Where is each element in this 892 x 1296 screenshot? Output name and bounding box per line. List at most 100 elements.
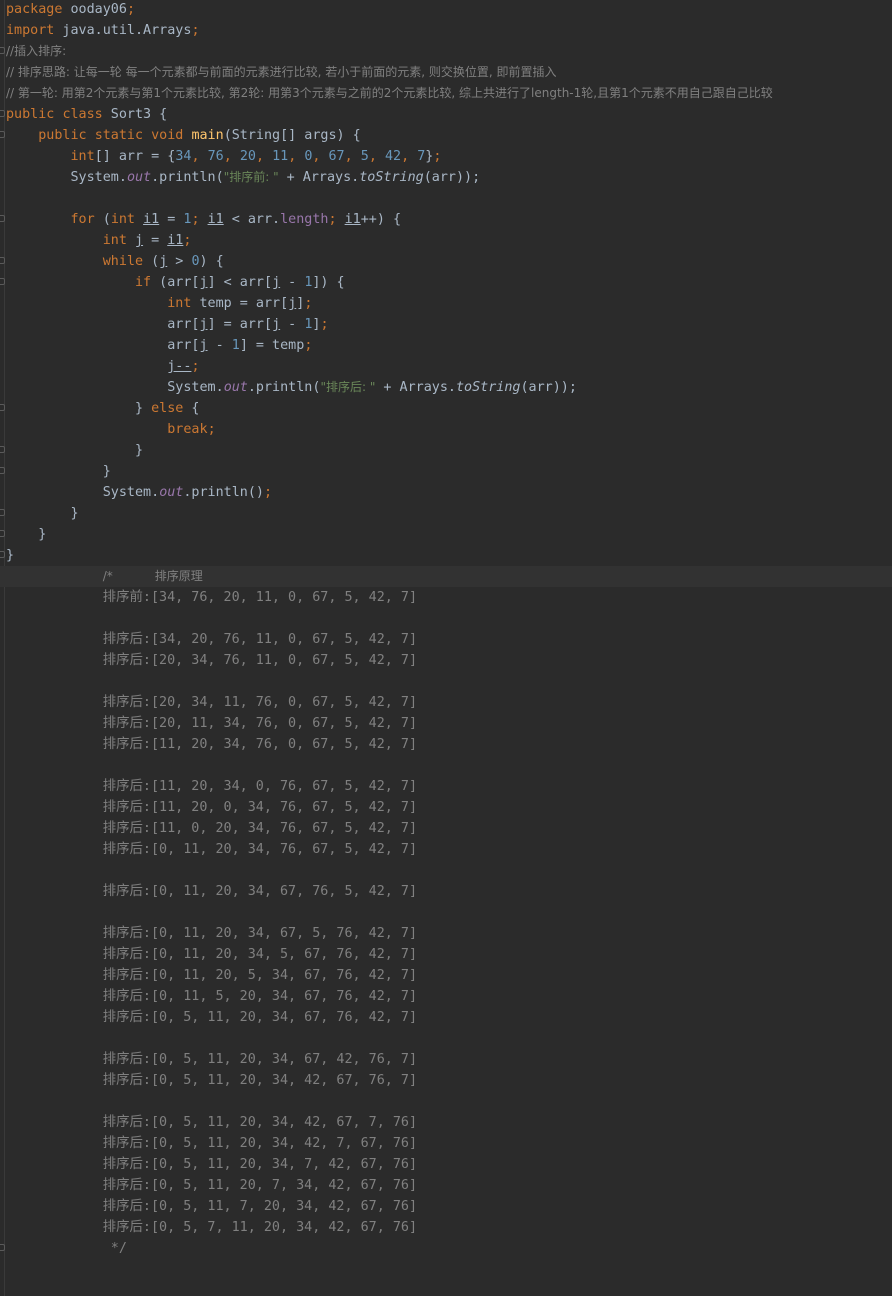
comment-text: 排序后:[0, 11, 20, 34, 67, 5, 76, 42, 7] — [102, 926, 418, 941]
comment-text: 排序后:[0, 5, 7, 11, 20, 34, 42, 67, 76] — [102, 1220, 418, 1235]
array-value: 76 — [207, 149, 224, 164]
brace: } — [135, 401, 152, 416]
operator: = — [143, 233, 168, 248]
code-line-package: package ooday06; — [6, 0, 135, 20]
comment-output-line: 排序后:[0, 11, 5, 20, 34, 67, 76, 42, 7] — [6, 986, 417, 1007]
comment-output-line: 排序后:[34, 20, 76, 11, 0, 67, 5, 42, 7] — [6, 629, 417, 650]
fold-marker-main-end[interactable] — [0, 530, 5, 537]
code-line-print-before: System.out.println("排序前: " + Arrays.toSt… — [6, 167, 481, 188]
comment-text: 排序后:[0, 5, 11, 20, 34, 7, 42, 67, 76] — [102, 1157, 418, 1172]
keyword-for: for — [70, 212, 95, 227]
comment-text: 排序后:[0, 11, 20, 34, 5, 67, 76, 42, 7] — [102, 947, 418, 962]
code-editor[interactable]: package ooday06; import java.util.Arrays… — [0, 0, 892, 1296]
fold-marker-class-end[interactable] — [0, 551, 5, 558]
code-line-block-comment-start: /* 排序原理 — [0, 566, 892, 587]
comment-text: */ — [102, 1241, 127, 1256]
comment-output-line: 排序后:[0, 5, 11, 20, 34, 67, 76, 42, 7] — [6, 1007, 417, 1028]
comment-text: 排序后:[0, 11, 5, 20, 34, 67, 76, 42, 7] — [102, 989, 418, 1004]
comment-output-line: 排序后:[0, 11, 20, 34, 5, 67, 76, 42, 7] — [6, 944, 417, 965]
code-line-temp: int temp = arr[j]; — [167, 296, 313, 311]
fold-marker-while-end[interactable] — [0, 467, 5, 474]
fold-marker-block-comment-end[interactable] — [0, 1244, 5, 1251]
var-i1: i1 — [207, 212, 224, 227]
fold-marker-class[interactable] — [0, 110, 5, 117]
comment-text: 排序后:[0, 5, 11, 20, 34, 67, 76, 42, 7] — [102, 1010, 418, 1025]
fold-marker-if[interactable] — [0, 278, 5, 285]
brace: { — [183, 401, 200, 416]
operator: - — [207, 338, 232, 353]
comment-text: // 排序思路: 让每一轮 每一个元素都与前面的元素进行比较, 若小于前面的元素… — [6, 65, 557, 79]
import-name: java.util.Arrays — [54, 23, 192, 38]
comment-output-line — [6, 1091, 103, 1112]
comment-text: 排序后:[11, 20, 34, 76, 0, 67, 5, 42, 7] — [102, 737, 418, 752]
comment-output-line: 排序后:[0, 5, 11, 20, 7, 34, 42, 67, 76] — [6, 1175, 417, 1196]
method-tostring: toString — [455, 380, 521, 395]
increment: ++) { — [360, 212, 402, 227]
var-i1: i1 — [143, 212, 160, 227]
array-value: 67 — [328, 149, 345, 164]
brace: } — [70, 506, 79, 521]
fold-marker-for-end[interactable] — [0, 509, 5, 516]
fold-marker-comment[interactable] — [0, 47, 5, 54]
comment-output-line: 排序后:[0, 5, 7, 11, 20, 34, 42, 67, 76] — [6, 1217, 417, 1238]
operator: < arr. — [223, 212, 281, 227]
field-out: out — [126, 170, 152, 185]
semicolon: ; — [126, 2, 135, 17]
comment-output-line: 排序后:[20, 11, 34, 76, 0, 67, 5, 42, 7] — [6, 713, 417, 734]
operator: = — [159, 212, 184, 227]
var-j: j — [272, 275, 281, 290]
keyword-public: public — [38, 128, 87, 143]
method-name-main: main — [191, 128, 224, 143]
code-line-jdec: j--; — [167, 359, 200, 374]
comment-text: 排序后:[0, 5, 11, 7, 20, 34, 42, 67, 76] — [102, 1199, 418, 1214]
array-value: 5 — [360, 149, 369, 164]
comment-output-line: 排序后:[11, 0, 20, 34, 76, 67, 5, 42, 7] — [6, 818, 417, 839]
string-literal: "排序前: " — [223, 170, 279, 184]
comment-output-line: 排序前:[34, 76, 20, 11, 0, 67, 5, 42, 7] — [6, 587, 417, 608]
code-line-print-after: System.out.println("排序后: " + Arrays.toSt… — [6, 377, 577, 398]
code-line-array-decl: int[] arr = {34, 76, 20, 11, 0, 67, 5, 4… — [70, 149, 442, 164]
number-literal: 1 — [231, 338, 240, 353]
brace: ) { — [199, 254, 224, 269]
array-value: 11 — [272, 149, 289, 164]
keyword-if: if — [135, 275, 152, 290]
fold-marker-for[interactable] — [0, 215, 5, 222]
if-cond: (arr[ — [151, 275, 200, 290]
assign: ] = temp — [239, 338, 305, 353]
fold-marker-while[interactable] — [0, 257, 5, 264]
decrement-j: j-- — [167, 359, 192, 374]
fold-marker-main[interactable] — [0, 131, 5, 138]
comment-output-line: 排序后:[20, 34, 76, 11, 0, 67, 5, 42, 7] — [6, 650, 417, 671]
comment-text: 排序后:[0, 11, 20, 34, 76, 67, 5, 42, 7] — [102, 842, 418, 857]
number-literal: 0 — [191, 254, 200, 269]
comment-output-line: 排序后:[20, 34, 11, 76, 0, 67, 5, 42, 7] — [6, 692, 417, 713]
comment-text: 排序后:[0, 5, 11, 20, 34, 42, 67, 76, 7] — [102, 1073, 418, 1088]
code-line-import: import java.util.Arrays; — [6, 20, 200, 41]
comment-text: 排序后:[0, 5, 11, 20, 34, 42, 67, 7, 76] — [102, 1115, 418, 1130]
string-literal: "排序后: " — [320, 380, 376, 394]
comment-output-line: 排序后:[11, 20, 0, 34, 76, 67, 5, 42, 7] — [6, 797, 417, 818]
code-line-if: if (arr[j] < arr[j - 1]) { — [6, 272, 345, 293]
code-line-assign-1: arr[j] = arr[j - 1]; — [167, 317, 329, 332]
keyword-break: break — [167, 422, 208, 437]
brace: } — [135, 443, 144, 458]
code-line-class-decl: public class Sort3 { — [6, 104, 167, 125]
if-cond: ] < arr[ — [207, 275, 273, 290]
fold-marker-else-end[interactable] — [0, 446, 5, 453]
operator: > — [167, 254, 192, 269]
var-j: j — [199, 338, 208, 353]
keyword-void: void — [151, 128, 184, 143]
assign: ] = arr[ — [207, 317, 273, 332]
brace: } — [102, 464, 111, 479]
comment-text: 排序后:[0, 5, 11, 20, 34, 42, 7, 67, 76] — [102, 1136, 418, 1151]
code-line-for: for (int i1 = 1; i1 < arr.length; i1++) … — [70, 212, 402, 227]
system-ref: System. — [167, 380, 224, 395]
system-ref: System. — [102, 485, 160, 500]
code-line-main-decl: public static void main(String[] args) { — [6, 125, 361, 146]
comment-output-line — [6, 608, 103, 629]
fold-marker-else[interactable] — [0, 404, 5, 411]
code-line-assign-2: arr[j - 1] = temp; — [167, 338, 313, 353]
if-cond: ]) { — [312, 275, 345, 290]
println-call: .println( — [247, 380, 321, 395]
comment-output-line: 排序后:[11, 20, 34, 0, 76, 67, 5, 42, 7] — [6, 776, 417, 797]
